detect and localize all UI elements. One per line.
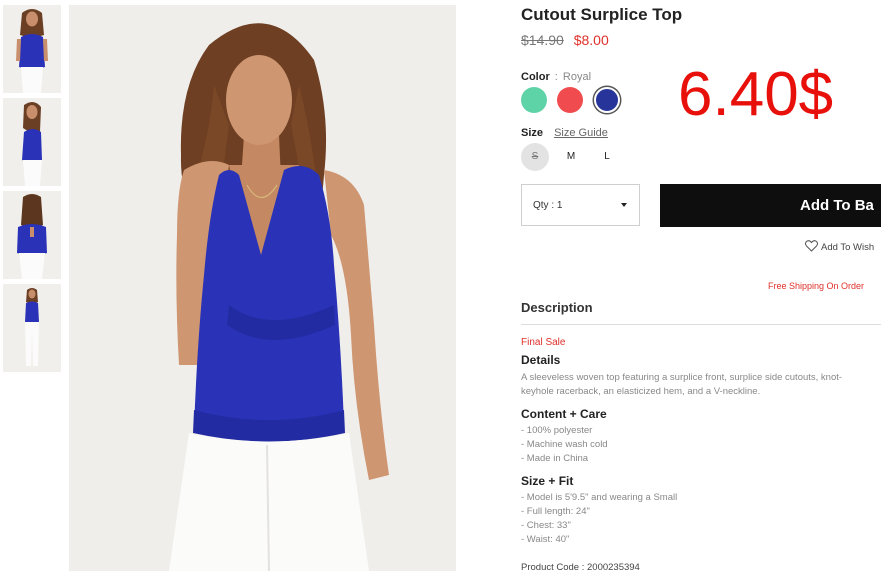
product-code: Product Code : 2000235394 (521, 562, 640, 571)
size-label-text: Size (521, 127, 544, 139)
sale-price: $8.00 (573, 32, 609, 48)
size-option-l[interactable]: L (593, 143, 621, 171)
fit-item: - Chest: 33" (521, 520, 571, 531)
content-item: - Made in China (521, 453, 589, 464)
details-heading: Details (521, 353, 561, 367)
content-item: - Machine wash cold (521, 439, 608, 450)
thumbnail-front[interactable] (3, 5, 61, 93)
details-line-2: keyhole racerback, an elasticized hem, a… (521, 386, 761, 397)
product-page: 6.40$ Cutout Surplice Top $14.90 $8.00 C… (0, 0, 881, 571)
divider (521, 324, 881, 325)
fit-item: - Waist: 40" (521, 534, 570, 545)
quantity-select[interactable]: Qty : 1 (521, 184, 640, 226)
model-back-image (3, 191, 61, 279)
main-product-image[interactable] (69, 5, 456, 571)
color-swatch-mint[interactable] (521, 87, 547, 113)
model-front-image (3, 5, 61, 93)
caret-down-icon (621, 203, 627, 207)
color-label-text: Color (521, 71, 550, 83)
size-option-s[interactable]: S (521, 143, 549, 171)
add-to-wishlist-label: Add To Wish (821, 242, 875, 253)
fit-item: - Full length: 24" (521, 506, 590, 517)
free-shipping-note: Free Shipping On Order (768, 281, 865, 291)
model-full-image (3, 284, 61, 372)
size-option-m[interactable]: M (557, 143, 585, 171)
price-row: $14.90 $8.00 (521, 32, 609, 48)
color-swatch-coral[interactable] (557, 87, 583, 113)
quantity-value: Qty : 1 (533, 200, 563, 211)
color-swatch-royal[interactable] (594, 87, 620, 113)
fit-item: - Model is 5'9.5" and wearing a Small (521, 492, 678, 503)
details-line-1: A sleeveless woven top featuring a surpl… (521, 372, 843, 383)
thumbnail-full[interactable] (3, 284, 61, 372)
add-to-bag-button[interactable]: Add To Ba (660, 184, 881, 227)
original-price: $14.90 (521, 32, 564, 48)
add-to-wishlist-link[interactable]: Add To Wish (805, 240, 874, 253)
final-sale-label: Final Sale (521, 337, 566, 348)
product-title: Cutout Surplice Top (521, 5, 683, 24)
color-separator: : (554, 71, 558, 83)
heart-outline-icon (805, 240, 818, 252)
description-heading: Description (521, 300, 593, 315)
size-fit-heading: Size + Fit (521, 474, 574, 488)
size-guide-link[interactable]: Size Guide (554, 127, 608, 139)
selected-color-name: Royal (562, 71, 592, 83)
content-care-heading: Content + Care (521, 407, 607, 421)
size-label: Size Size Guide (521, 127, 608, 139)
overlay-price-annotation: 6.40$ (678, 60, 834, 129)
thumbnail-back[interactable] (3, 191, 61, 279)
content-item: - 100% polyester (521, 425, 593, 436)
color-label: Color : Royal (521, 71, 591, 83)
thumbnail-side[interactable] (3, 98, 61, 186)
model-main-image (69, 5, 456, 571)
thumbnail-list (3, 5, 61, 377)
model-side-image (3, 98, 61, 186)
